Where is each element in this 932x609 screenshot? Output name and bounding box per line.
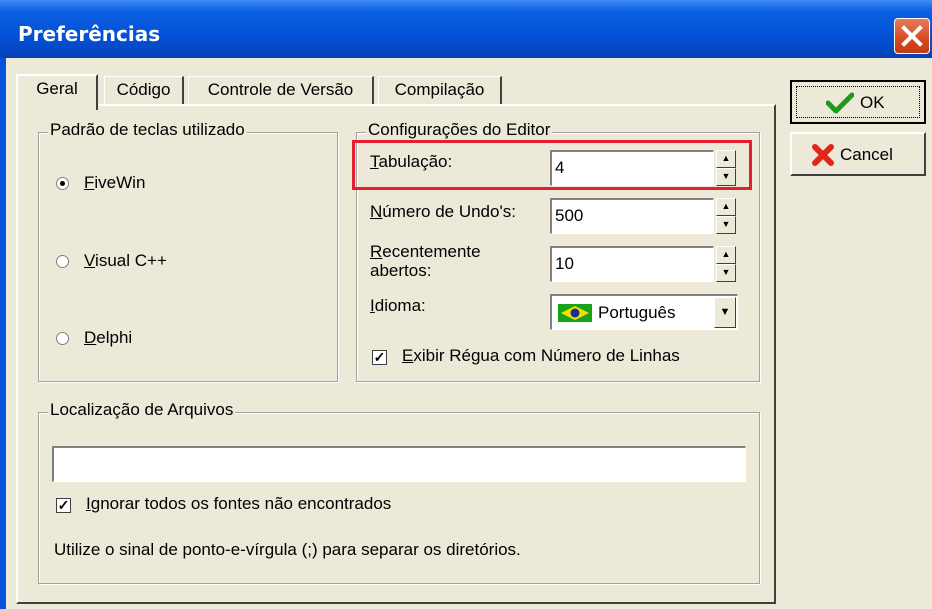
radio-label-delphi[interactable]: Delphi — [84, 328, 132, 348]
close-icon — [901, 25, 923, 47]
close-button[interactable] — [894, 18, 930, 54]
ignore-missing-checkbox[interactable]: ✓ — [56, 498, 71, 513]
spin-down-icon[interactable]: ▼ — [716, 216, 736, 234]
title-bar: Preferências — [0, 0, 932, 58]
undo-count-label: Número de Undo's: — [370, 202, 516, 221]
spin-down-icon[interactable]: ▼ — [716, 168, 736, 186]
cancel-icon — [812, 144, 834, 166]
ok-button[interactable]: OK — [790, 80, 926, 124]
keyboard-group-label: Padrão de teclas utilizado — [48, 120, 247, 140]
tab-size-spinner[interactable]: ▲ ▼ — [716, 150, 736, 186]
radio-visual-cpp[interactable] — [56, 255, 69, 268]
spin-up-icon[interactable]: ▲ — [716, 246, 736, 264]
ruler-checkbox-label[interactable]: Exibir Régua com Número de Linhas — [402, 346, 680, 366]
tab-size-input[interactable]: 4 — [550, 150, 714, 186]
tab-label: Compilação — [394, 80, 485, 99]
radio-fivewin[interactable] — [56, 177, 69, 190]
tab-label: Código — [116, 80, 171, 99]
tab-size-label: Tabulação: — [370, 152, 453, 171]
radio-label-fivewin[interactable]: FiveWin — [84, 173, 145, 193]
file-path-input[interactable] — [52, 446, 746, 482]
ignore-missing-label[interactable]: Ignorar todos os fontes não encontrados — [86, 494, 391, 514]
ruler-checkbox[interactable]: ✓ — [372, 350, 387, 365]
tab-compilacao[interactable]: Compilação — [378, 76, 502, 104]
files-group-label: Localização de Arquivos — [48, 400, 236, 420]
chevron-down-icon[interactable]: ▼ — [714, 297, 736, 328]
keyboard-group — [38, 132, 338, 382]
spin-down-icon[interactable]: ▼ — [716, 264, 736, 282]
ok-label: OK — [860, 93, 885, 112]
language-select[interactable]: Português ▼ — [550, 294, 738, 330]
undo-count-input[interactable]: 500 — [550, 198, 714, 234]
language-label: Idioma: — [370, 296, 426, 315]
spin-up-icon[interactable]: ▲ — [716, 198, 736, 216]
radio-delphi[interactable] — [56, 332, 69, 345]
tab-label: Geral — [36, 79, 78, 98]
cancel-label: Cancel — [840, 145, 893, 164]
checkmark-icon — [826, 92, 854, 114]
spin-up-icon[interactable]: ▲ — [716, 150, 736, 168]
editor-group-label: Configurações do Editor — [366, 120, 553, 140]
tab-label: Controle de Versão — [207, 80, 354, 99]
language-value: Português — [598, 303, 676, 322]
recent-files-spinner[interactable]: ▲ ▼ — [716, 246, 736, 282]
cancel-button[interactable]: Cancel — [790, 132, 926, 176]
path-hint-text: Utilize o sinal de ponto-e-vírgula (;) p… — [54, 540, 521, 559]
tab-codigo[interactable]: Código — [104, 76, 184, 104]
radio-label-visual-cpp[interactable]: Visual C++ — [84, 251, 167, 271]
window-title: Preferências — [18, 22, 161, 46]
brazil-flag-icon — [558, 304, 592, 322]
recent-files-label: Recentemente abertos: — [370, 242, 481, 280]
recent-files-input[interactable]: 10 — [550, 246, 714, 282]
tab-geral[interactable]: Geral — [16, 74, 98, 110]
undo-count-spinner[interactable]: ▲ ▼ — [716, 198, 736, 234]
tab-controle-de-versao[interactable]: Controle de Versão — [188, 76, 374, 104]
